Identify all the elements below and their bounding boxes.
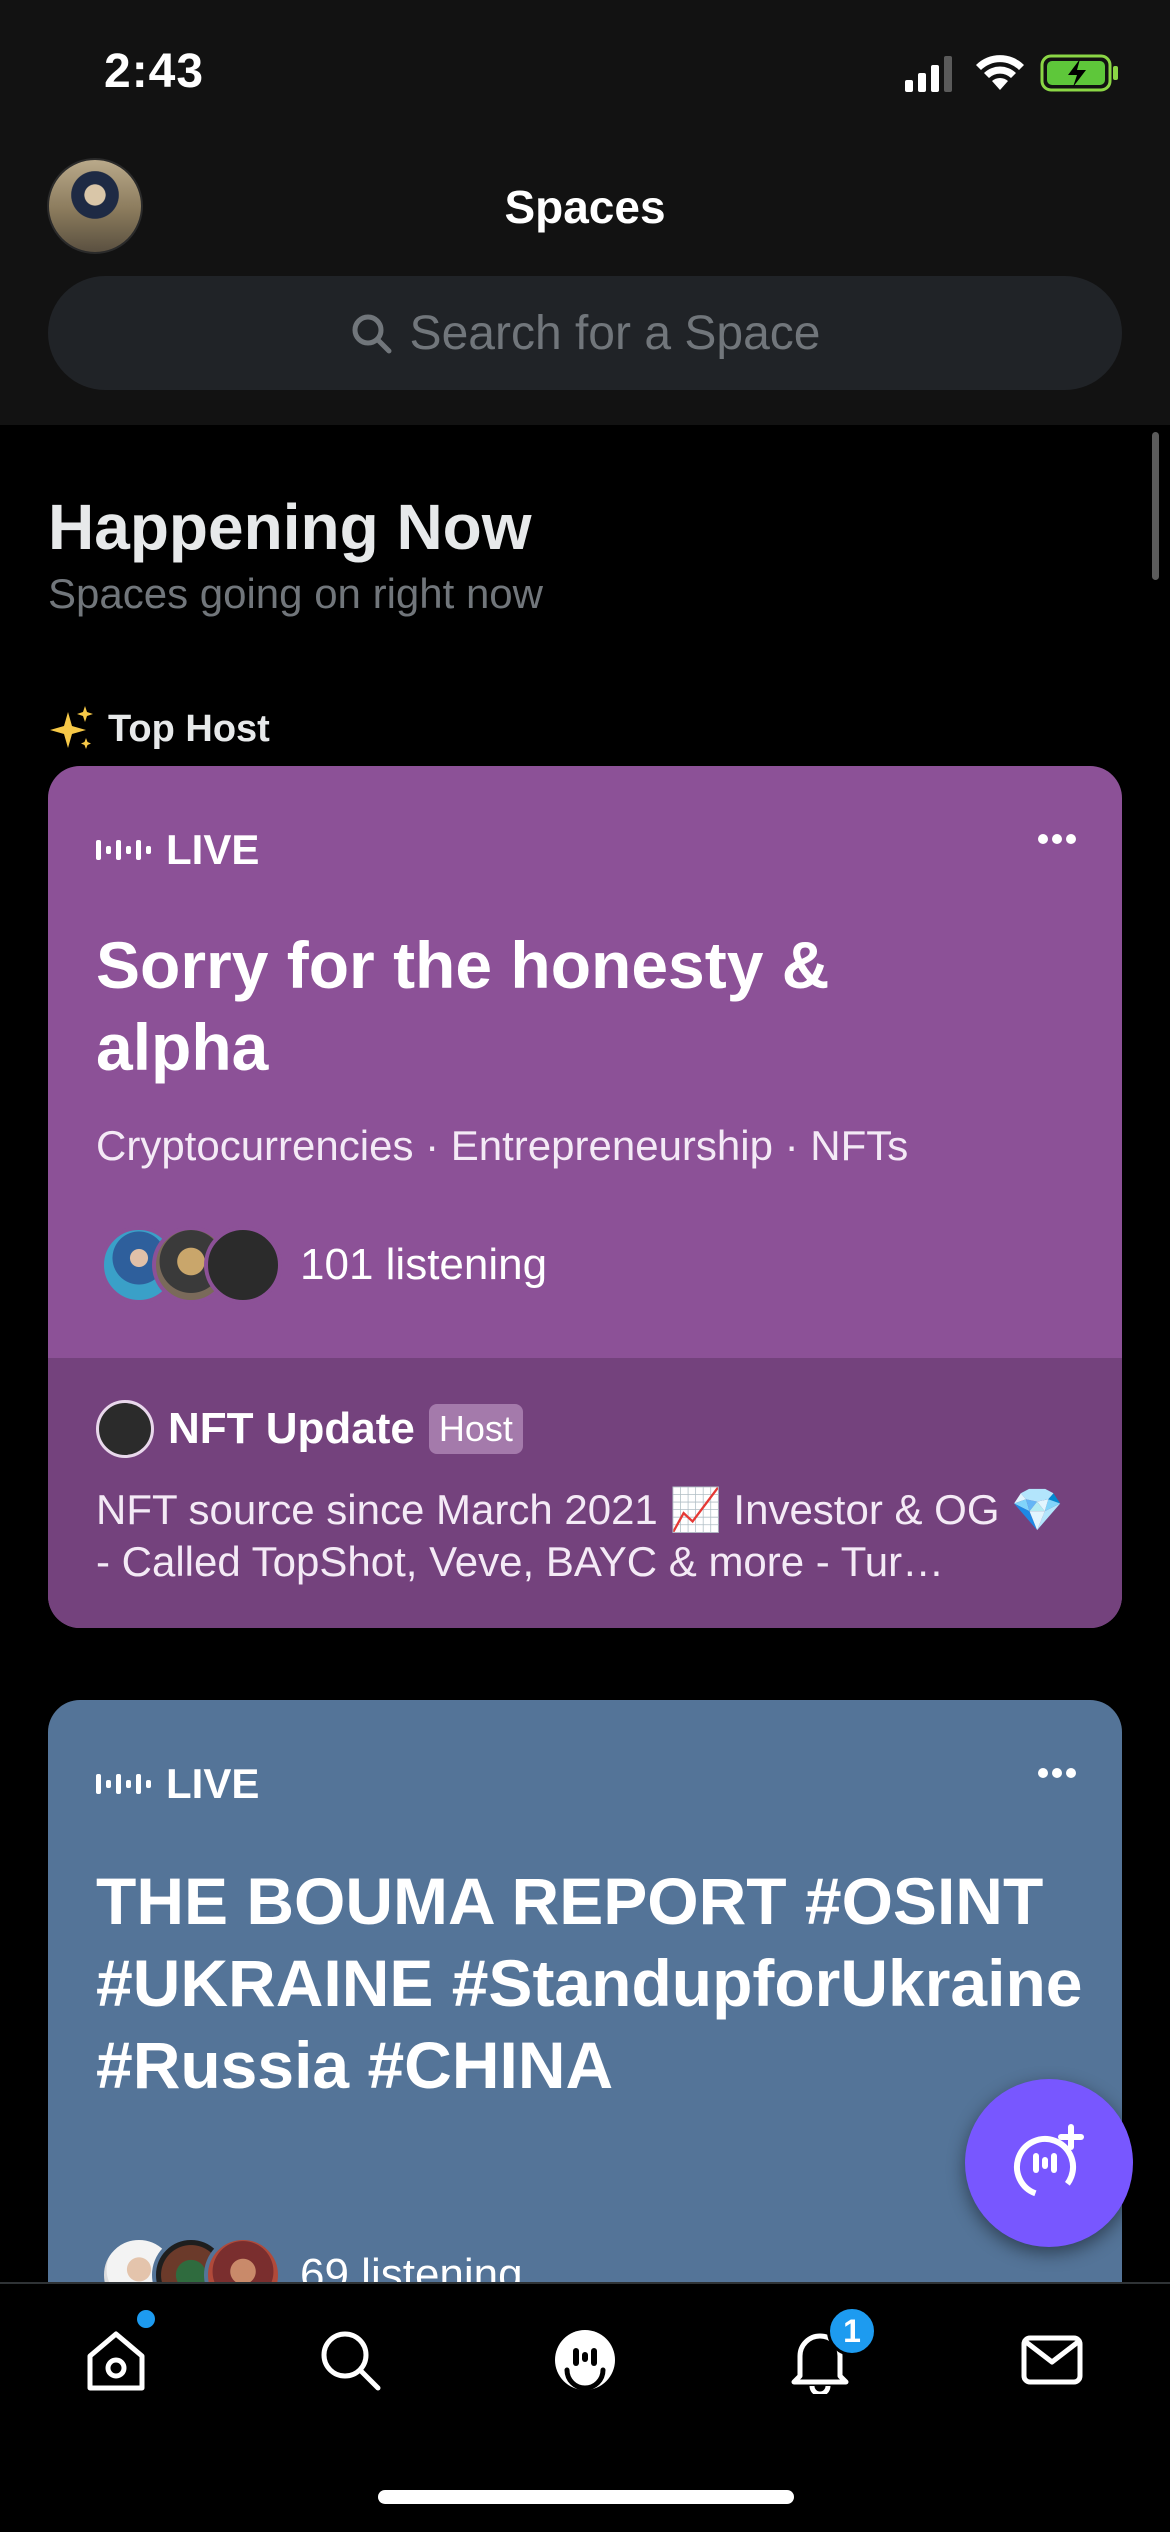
space-title: THE BOUMA REPORT #OSINT #UKRAINE #Standu… — [96, 1864, 1083, 2102]
host-badge: Host — [428, 1404, 523, 1454]
tab-messages[interactable] — [1012, 2320, 1092, 2400]
space-topics: Cryptocurrencies · Entrepreneurship · NF… — [96, 1122, 909, 1169]
category-top-host: Top Host — [46, 704, 270, 754]
start-space-icon — [1014, 2124, 1084, 2198]
tab-search[interactable] — [310, 2320, 390, 2400]
search-icon — [321, 2331, 381, 2391]
section-subtitle: Spaces going on right now — [48, 570, 543, 617]
cellular-signal-icon — [905, 56, 952, 92]
search-placeholder: Search for a Space — [409, 306, 821, 360]
start-space-button[interactable] — [965, 2079, 1133, 2247]
wifi-icon — [976, 55, 1024, 90]
home-indicator — [378, 2490, 794, 2504]
space-card[interactable]: LIVE Sorry for the honesty & alpha Crypt… — [48, 766, 1122, 1628]
scrollbar[interactable] — [1152, 432, 1159, 580]
status-bar: 2:43 — [0, 0, 1170, 140]
category-label: Top Host — [108, 707, 270, 750]
host-bio: NFT source since March 2021 📈 Investor &… — [96, 1486, 1064, 1585]
listener-avatar — [204, 1226, 282, 1304]
section-title: Happening Now — [48, 491, 532, 563]
live-indicator: LIVE — [96, 1760, 259, 1808]
spaces-screen: 2:43 Spaces Search for a Space Happening… — [0, 0, 1170, 2532]
tab-home[interactable] — [76, 2320, 156, 2400]
mail-icon — [1021, 2335, 1083, 2385]
live-audio-icon — [96, 840, 151, 860]
sparkles-icon — [50, 706, 93, 749]
host-panel: NFT Update Host NFT source since March 2… — [48, 1358, 1122, 1628]
live-label: LIVE — [166, 1760, 260, 1807]
host-avatar — [96, 1400, 154, 1458]
live-indicator: LIVE — [96, 826, 259, 874]
live-audio-icon — [96, 1774, 151, 1794]
page-title: Spaces — [504, 181, 666, 233]
more-options-icon[interactable] — [1036, 1766, 1078, 1780]
tab-spaces[interactable] — [545, 2320, 625, 2400]
host-row: NFT Update Host — [96, 1400, 523, 1458]
battery-charging-icon — [1040, 54, 1118, 92]
listening-count: 101 listening — [300, 1240, 548, 1289]
search-space-input[interactable]: Search for a Space — [48, 276, 1122, 390]
search-icon — [352, 314, 392, 354]
space-title: Sorry for the honesty & alpha — [96, 928, 830, 1084]
more-options-icon[interactable] — [1036, 832, 1078, 846]
live-label: LIVE — [166, 826, 260, 873]
home-unread-dot — [137, 2310, 155, 2328]
status-time: 2:43 — [104, 45, 205, 98]
host-name: NFT Update — [168, 1404, 415, 1453]
listeners-row: 101 listening — [100, 1226, 547, 1304]
spaces-header: Spaces Search for a Space — [0, 140, 1170, 425]
notifications-badge: 1 — [827, 2306, 877, 2356]
home-icon — [87, 2331, 145, 2391]
spaces-icon — [555, 2330, 615, 2391]
